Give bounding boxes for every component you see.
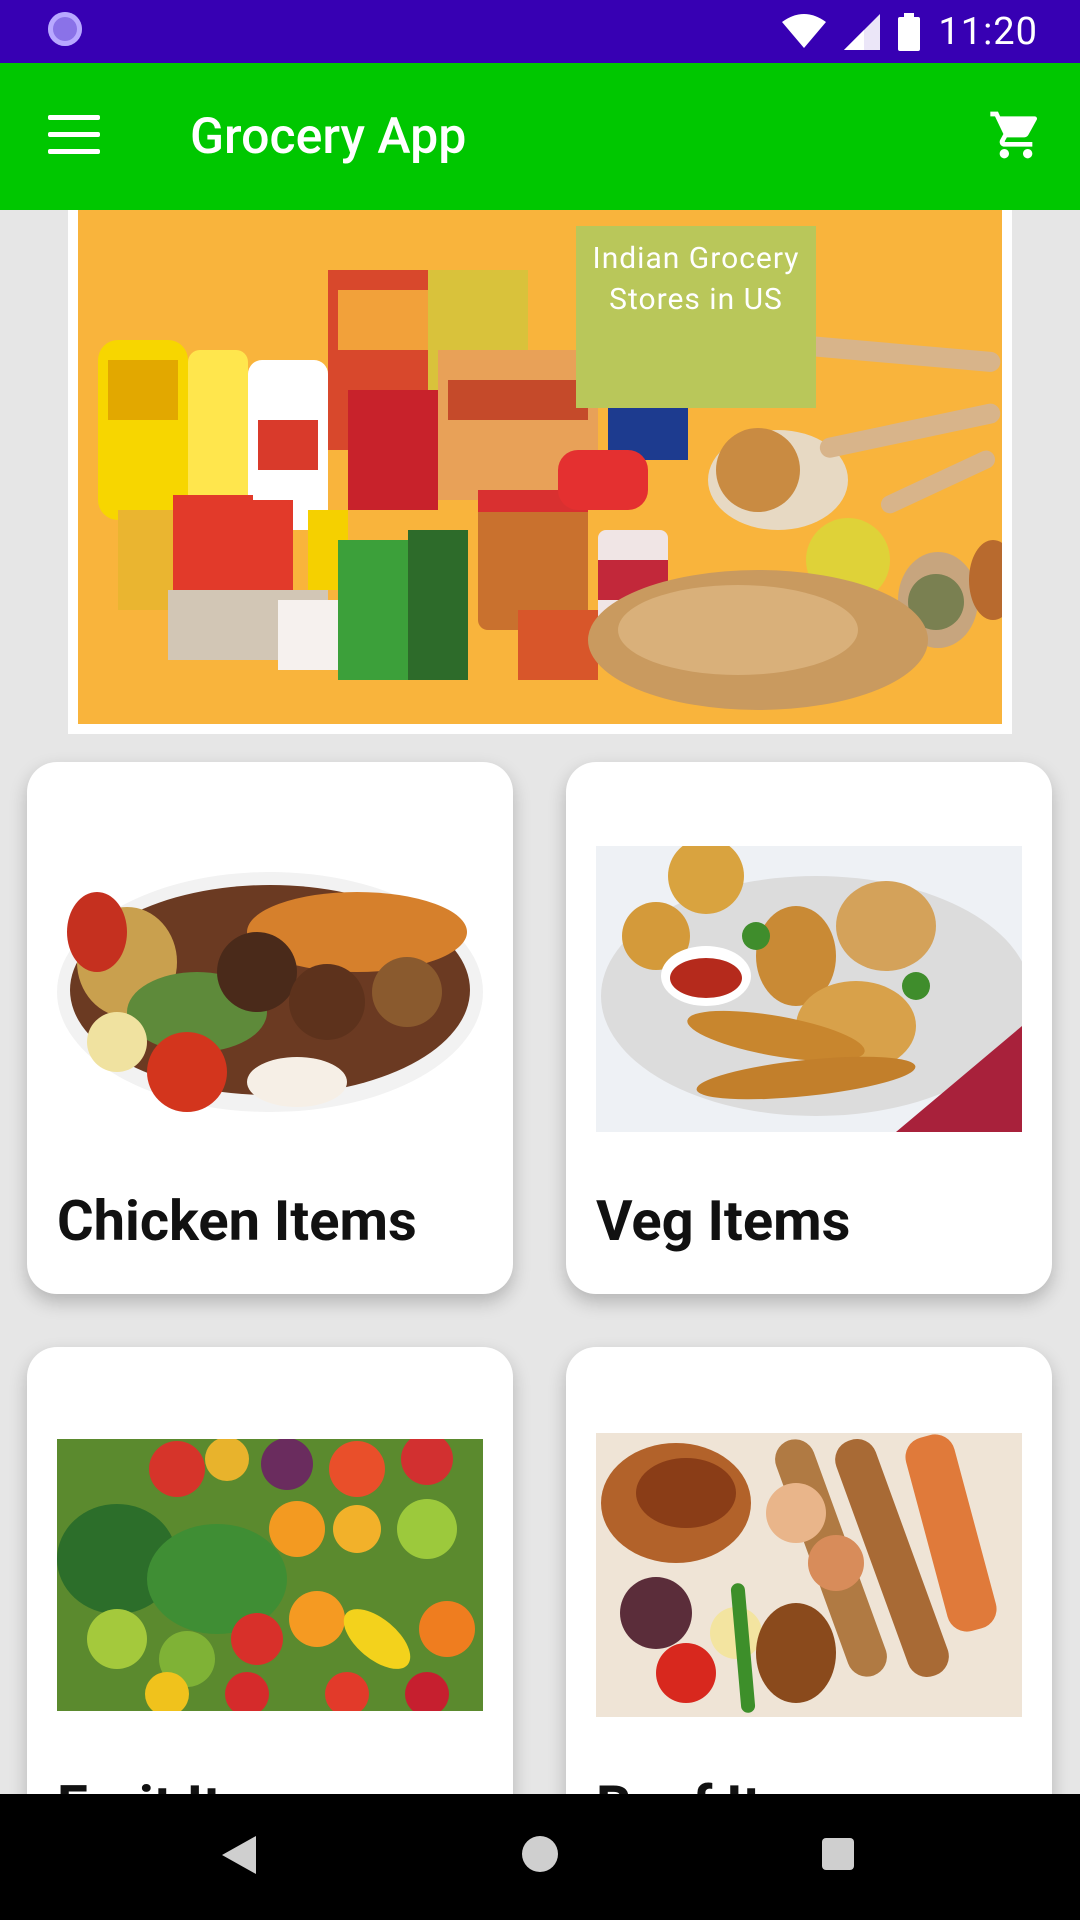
status-bar: 11:20 [0,0,1080,63]
home-icon[interactable] [522,1836,558,1872]
cart-icon[interactable] [988,107,1044,163]
app-title: Grocery App [190,108,467,166]
system-nav-bar [0,1794,1080,1920]
fruit-image [57,1439,483,1711]
category-label: Chicken Items [57,1188,417,1254]
chicken-image [57,862,483,1122]
veg-image [596,846,1022,1132]
promo-banner[interactable]: Indian Grocery Stores in US [68,210,1012,734]
banner-tagline: Indian Grocery Stores in US [576,226,816,408]
category-label: Veg Items [596,1188,851,1254]
banner-image: Indian Grocery Stores in US [78,210,1002,724]
category-card-veg[interactable]: Veg Items [566,762,1052,1294]
recents-icon[interactable] [822,1838,854,1870]
notification-icon [48,12,82,46]
category-card-chicken[interactable]: Chicken Items [27,762,513,1294]
back-icon[interactable] [222,1836,256,1874]
wifi-icon [782,13,827,48]
status-icons: 11:20 [782,0,1038,63]
beef-image [596,1433,1022,1717]
grocery-products-illustration [98,270,1002,710]
signal-icon [844,13,881,50]
app-bar: Grocery App [0,63,1080,210]
status-time: 11:20 [938,9,1038,54]
menu-icon[interactable] [48,115,100,155]
banner-tagline-line2: Stores in US [609,282,783,317]
banner-tagline-line1: Indian Grocery [592,241,800,276]
battery-icon [898,12,921,51]
